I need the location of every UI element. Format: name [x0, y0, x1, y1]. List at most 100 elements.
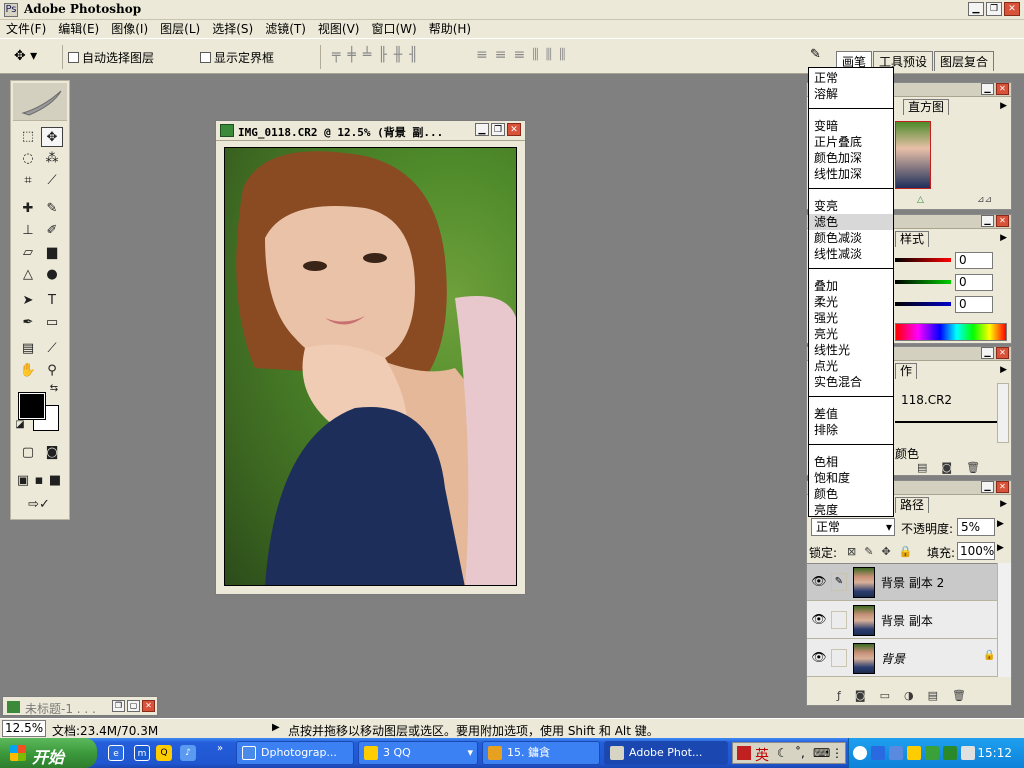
document-title-bar[interactable]: IMG_0118.CR2 @ 12.5% (背景 副... ▁ ❐ ✕: [216, 121, 525, 141]
path-selection-tool-icon[interactable]: ➤: [17, 291, 39, 311]
task-button[interactable]: Adobe Phot...: [604, 741, 728, 765]
new-document-icon[interactable]: ◙: [941, 461, 952, 474]
menu-filter[interactable]: 滤镜(T): [259, 20, 312, 38]
document-maximize-button[interactable]: ❐: [491, 123, 505, 136]
notes-tool-icon[interactable]: ▤: [17, 339, 39, 359]
show-bounds-checkbox[interactable]: 显示定界框: [200, 49, 274, 66]
default-colors-icon[interactable]: ◪: [13, 419, 27, 431]
blend-option-pin-light[interactable]: 点光: [809, 358, 893, 374]
palette-menu-icon[interactable]: ▶: [1000, 101, 1007, 111]
green-slider[interactable]: [895, 280, 951, 284]
minimized-document-window[interactable]: 未标题-1 . . . ❐ ▢ ✕: [2, 696, 158, 716]
red-value-input[interactable]: 0: [955, 251, 993, 269]
pen-tool-icon[interactable]: ✒: [17, 313, 39, 333]
security-tray-icon[interactable]: [925, 746, 939, 760]
task-button[interactable]: Dphotograp...: [236, 741, 354, 765]
blend-option-normal[interactable]: 正常: [809, 70, 893, 86]
layers-scrollbar[interactable]: [997, 563, 1011, 677]
media-quicklaunch-icon[interactable]: ♪: [180, 745, 196, 761]
fill-input[interactable]: 100%: [957, 542, 995, 560]
blend-mode-select[interactable]: 正常 ▾: [811, 518, 895, 536]
menu-select[interactable]: 选择(S): [206, 20, 259, 38]
color-spectrum-bar[interactable]: [895, 323, 1007, 341]
blend-option-exclusion[interactable]: 排除: [809, 422, 893, 438]
network-tray-icon[interactable]: [871, 746, 885, 760]
brush-palette-icon[interactable]: ✎: [810, 47, 828, 65]
layer-group-icon[interactable]: ▭: [880, 689, 890, 702]
blend-option-difference[interactable]: 差值: [809, 406, 893, 422]
screen-mode-full-icon[interactable]: ■: [47, 471, 63, 491]
distribute-left-icon[interactable]: ⫼: [532, 47, 539, 63]
layer-mask-icon[interactable]: ◙: [855, 689, 866, 702]
menu-file[interactable]: 文件(F): [0, 20, 52, 38]
blend-option-screen[interactable]: 滤色: [809, 214, 893, 230]
dodge-tool-icon[interactable]: ●: [41, 265, 63, 285]
menu-view[interactable]: 视图(V): [312, 20, 366, 38]
lock-transparent-icon[interactable]: ⊠: [847, 545, 856, 558]
palette-minimize-button[interactable]: ▁: [981, 347, 994, 359]
layer-row[interactable]: 👁 背景 🔒: [807, 640, 997, 677]
menu-edit[interactable]: 编辑(E): [52, 20, 105, 38]
blend-option-soft-light[interactable]: 柔光: [809, 294, 893, 310]
moon-icon[interactable]: ☾: [777, 746, 788, 760]
document-canvas-image[interactable]: [224, 147, 517, 586]
move-tool-icon[interactable]: ✥: [41, 127, 63, 147]
blend-option-color-dodge[interactable]: 颜色减淡: [809, 230, 893, 246]
align-left-icon[interactable]: ╟: [378, 47, 387, 63]
history-brush-tool-icon[interactable]: ✐: [41, 221, 63, 241]
blend-option-color[interactable]: 颜色: [809, 486, 893, 502]
blend-option-linear-burn[interactable]: 线性加深: [809, 166, 893, 182]
zoom-slider-handle-icon[interactable]: △: [917, 195, 924, 205]
tab-actions[interactable]: 作: [895, 363, 918, 379]
standard-mode-icon[interactable]: ▢: [17, 443, 39, 463]
healing-brush-tool-icon[interactable]: ✚: [17, 199, 39, 219]
navigator-zoom-slider[interactable]: △ ⊿⊿: [895, 195, 1005, 205]
palette-minimize-button[interactable]: ▁: [981, 83, 994, 95]
ime-logo-icon[interactable]: [737, 746, 751, 760]
link-cell[interactable]: [831, 611, 847, 629]
minimized-close-button[interactable]: ✕: [142, 700, 155, 712]
distribute-hcenter-icon[interactable]: ⫼: [546, 47, 553, 63]
messenger-quicklaunch-icon[interactable]: m: [134, 745, 150, 761]
tab-histogram[interactable]: 直方图: [903, 99, 950, 115]
blend-option-overlay[interactable]: 叠加: [809, 278, 893, 294]
navigator-thumbnail[interactable]: [895, 121, 931, 189]
task-button[interactable]: 15. 鏞貪: [482, 741, 600, 765]
align-top-icon[interactable]: ╤: [332, 47, 341, 63]
new-layer-icon[interactable]: ▤: [928, 689, 938, 702]
blend-option-linear-dodge[interactable]: 线性减淡: [809, 246, 893, 262]
marquee-tool-icon[interactable]: ⬚: [17, 127, 39, 147]
eye-icon[interactable]: 👁: [811, 650, 827, 666]
screen-mode-standard-icon[interactable]: ▣: [15, 471, 31, 491]
zoom-in-icon[interactable]: ⊿⊿: [977, 195, 992, 205]
hand-tool-icon[interactable]: ✋: [17, 361, 39, 381]
keyboard-icon[interactable]: ⌨: [813, 746, 830, 760]
screen-mode-full-menu-icon[interactable]: ▪: [31, 471, 47, 491]
history-snapshot-label[interactable]: 118.CR2: [901, 393, 952, 407]
link-cell[interactable]: [831, 649, 847, 667]
ime-mode-label[interactable]: 英: [755, 745, 769, 765]
brush-tool-icon[interactable]: ✎: [41, 199, 63, 219]
trash-icon[interactable]: 🗑: [952, 689, 966, 702]
palette-menu-icon[interactable]: ▶: [1000, 233, 1007, 243]
minimize-button[interactable]: ▁: [968, 2, 984, 16]
blend-option-hard-light[interactable]: 强光: [809, 310, 893, 326]
clone-stamp-tool-icon[interactable]: ⊥: [17, 221, 39, 241]
quick-mask-mode-icon[interactable]: ◙: [41, 443, 63, 463]
align-vcenter-icon[interactable]: ╪: [347, 47, 356, 63]
blur-tool-icon[interactable]: △: [17, 265, 39, 285]
document-size-info[interactable]: 文档:23.4M/70.3M: [52, 722, 158, 739]
status-menu-arrow-icon[interactable]: ▶: [272, 722, 280, 733]
fill-slider-arrow-icon[interactable]: ▶: [997, 543, 1004, 553]
blend-option-lighten[interactable]: 变亮: [809, 198, 893, 214]
ie-quicklaunch-icon[interactable]: e: [108, 745, 124, 761]
blend-option-hue[interactable]: 色相: [809, 454, 893, 470]
trash-icon[interactable]: 🗑: [966, 461, 980, 474]
palette-menu-icon[interactable]: ▶: [1000, 365, 1007, 375]
align-bottom-icon[interactable]: ╧: [363, 47, 372, 63]
layer-style-icon[interactable]: ƒ: [837, 689, 841, 702]
brush-link-icon[interactable]: ✎: [831, 573, 847, 591]
eyedropper-tool-icon[interactable]: ⟋: [41, 339, 63, 359]
shape-tool-icon[interactable]: ▭: [41, 313, 63, 333]
task-button[interactable]: 3 QQ ▾: [358, 741, 478, 765]
